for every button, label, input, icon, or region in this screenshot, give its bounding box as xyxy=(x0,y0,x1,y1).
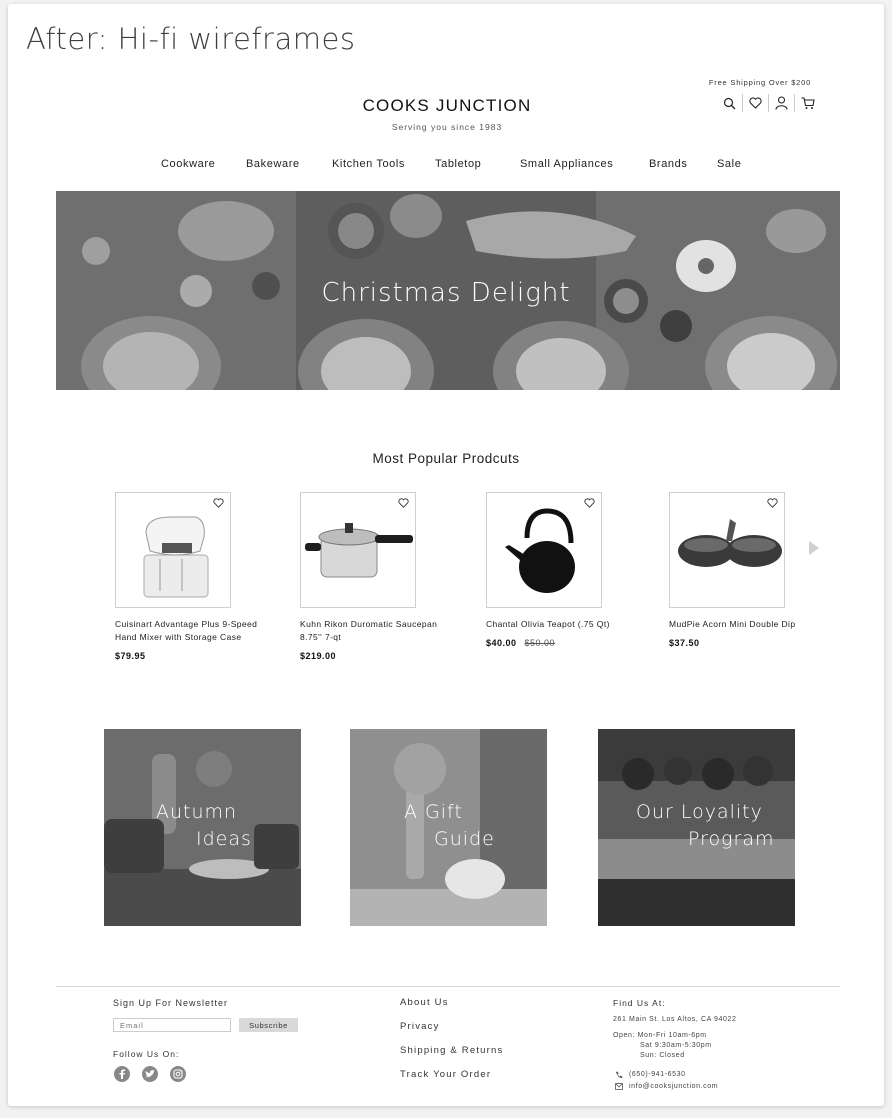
cart-icon[interactable] xyxy=(794,94,820,112)
header-icons xyxy=(716,94,820,112)
tile-title-line-1: Our Loyality xyxy=(636,801,763,823)
nav-item-tabletop[interactable]: Tabletop xyxy=(435,158,481,170)
brand-tagline: Serving you since 1983 xyxy=(391,122,503,132)
store-address: 261 Main St. Los Altos, CA 94022 xyxy=(613,1016,737,1023)
tile-title: Autumn Ideas xyxy=(156,799,256,853)
product-name[interactable]: Chantal Olivia Teapot (.75 Qt) xyxy=(486,618,646,631)
product-name[interactable]: Cuisinart Advantage Plus 9-Speed Hand Mi… xyxy=(115,618,275,644)
pressure-cooker-image xyxy=(305,523,413,578)
nav-item-kitchen-tools[interactable]: Kitchen Tools xyxy=(332,158,405,170)
original-price: $50.00 xyxy=(524,638,556,648)
user-icon[interactable] xyxy=(768,94,794,112)
product-image[interactable] xyxy=(669,492,785,608)
product-card[interactable]: Chantal Olivia Teapot (.75 Qt) $40.00 $50… xyxy=(486,492,646,648)
nav-item-bakeware[interactable]: Bakeware xyxy=(246,158,300,170)
twitter-icon[interactable] xyxy=(142,1066,158,1082)
tile-title-line-2: Ideas xyxy=(196,828,252,850)
hero-title: Christmas Delight xyxy=(321,278,571,308)
product-image[interactable] xyxy=(486,492,602,608)
search-icon[interactable] xyxy=(716,94,742,112)
product-card[interactable]: Cuisinart Advantage Plus 9-Speed Hand Mi… xyxy=(115,492,275,661)
facebook-icon[interactable] xyxy=(114,1066,130,1082)
product-price: $79.95 xyxy=(115,651,275,661)
phone-icon xyxy=(616,1071,623,1079)
footer-divider xyxy=(56,986,840,987)
footer-link-about-us[interactable]: About Us xyxy=(400,997,449,1008)
tile-title-line-1: Autumn xyxy=(156,801,238,823)
product-card[interactable]: Kuhn Rikon Duromatic Saucepan 8.75'' 7-q… xyxy=(300,492,460,661)
wishlist-heart-icon[interactable] xyxy=(767,498,778,508)
store-phone[interactable]: (650)-941-6530 xyxy=(629,1070,686,1080)
current-price: $79.95 xyxy=(115,651,146,661)
store-hours-saturday: Sat 9:30am-5:30pm xyxy=(640,1042,712,1049)
slide-caption: After: Hi-fi wireframes xyxy=(26,22,356,56)
hand-mixer-image xyxy=(143,516,209,598)
product-name[interactable]: MudPie Acorn Mini Double Dip xyxy=(669,618,829,631)
product-name[interactable]: Kuhn Rikon Duromatic Saucepan 8.75'' 7-q… xyxy=(300,618,460,644)
tile-title: Our Loyality Program xyxy=(636,799,786,853)
product-price: $40.00 $50.00 xyxy=(486,638,646,648)
tile-autumn-ideas[interactable]: Autumn Ideas xyxy=(104,729,301,926)
store-email[interactable]: info@cooksjunction.com xyxy=(629,1082,718,1092)
store-hours-weekday: Open: Mon-Fri 10am-6pm xyxy=(613,1032,707,1039)
double-dip-bowl-image xyxy=(678,519,782,567)
main-nav: Cookware Bakeware Kitchen Tools Tabletop… xyxy=(0,158,892,174)
brand-logo[interactable]: COOKS JUNCTION xyxy=(300,96,594,116)
subscribe-button[interactable]: Subscribe xyxy=(239,1018,298,1032)
product-price: $37.50 xyxy=(669,638,829,648)
product-price: $219.00 xyxy=(300,651,460,661)
tile-title: A Gift Guide xyxy=(404,799,524,853)
teapot-image xyxy=(505,508,575,593)
wishlist-heart-icon[interactable] xyxy=(398,498,409,508)
newsletter-email-input[interactable] xyxy=(113,1018,231,1032)
wishlist-heart-icon[interactable] xyxy=(584,498,595,508)
nav-item-brands[interactable]: Brands xyxy=(649,158,687,170)
current-price: $219.00 xyxy=(300,651,337,661)
current-price: $40.00 xyxy=(486,638,517,648)
product-image[interactable] xyxy=(115,492,231,608)
newsletter-label: Sign Up For Newsletter xyxy=(113,998,229,1008)
footer-link-track-order[interactable]: Track Your Order xyxy=(400,1069,491,1080)
instagram-icon[interactable] xyxy=(170,1066,186,1082)
nav-item-cookware[interactable]: Cookware xyxy=(161,158,215,170)
tile-title-line-2: Guide xyxy=(434,828,495,850)
heart-icon[interactable] xyxy=(742,94,768,112)
nav-item-sale[interactable]: Sale xyxy=(717,158,741,170)
footer-link-privacy[interactable]: Privacy xyxy=(400,1021,440,1032)
tile-loyalty-program[interactable]: Our Loyality Program xyxy=(598,729,795,926)
tile-gift-guide[interactable]: A Gift Guide xyxy=(350,729,547,926)
product-image[interactable] xyxy=(300,492,416,608)
popular-products-title: Most Popular Prodcuts xyxy=(372,451,520,466)
carousel-next-arrow-icon[interactable] xyxy=(808,541,820,555)
current-price: $37.50 xyxy=(669,638,700,648)
nav-item-small-appliances[interactable]: Small Appliances xyxy=(520,158,613,170)
product-card[interactable]: MudPie Acorn Mini Double Dip $37.50 xyxy=(669,492,829,648)
store-hours-sunday: Sun: Closed xyxy=(640,1052,685,1059)
tile-title-line-2: Program xyxy=(688,828,775,850)
mail-icon xyxy=(615,1083,623,1090)
tile-title-line-1: A Gift xyxy=(404,801,463,823)
footer-link-shipping-returns[interactable]: Shipping & Returns xyxy=(400,1045,503,1056)
follow-label: Follow Us On: xyxy=(113,1049,180,1059)
find-us-label: Find Us At: xyxy=(613,998,666,1008)
free-shipping-note: Free Shipping Over $200 xyxy=(708,78,812,87)
wishlist-heart-icon[interactable] xyxy=(213,498,224,508)
